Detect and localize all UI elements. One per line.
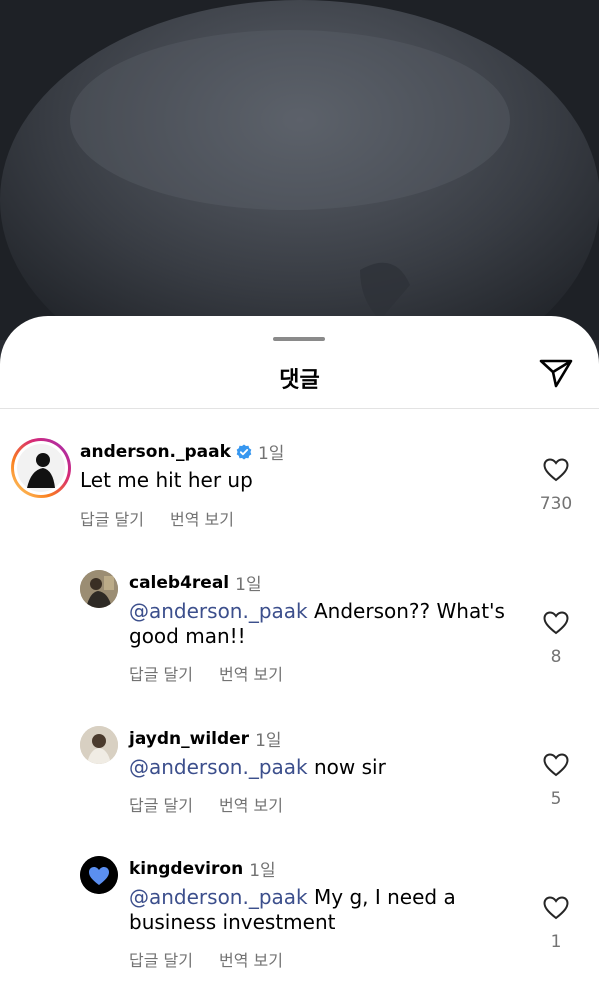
heart-outline-icon [543,753,569,781]
reply-button[interactable]: 답글 달기 [129,947,193,971]
like-count: 730 [539,494,573,514]
comment-body: Let me hit her up [80,468,253,492]
like-button[interactable]: 5 [536,753,576,809]
reply-button[interactable]: 답글 달기 [129,792,193,816]
like-button[interactable]: 730 [536,458,576,514]
verified-badge-icon [236,444,252,460]
comment-username[interactable]: anderson._paak [80,442,231,462]
sheet-title: 댓글 [279,368,320,393]
translate-button[interactable]: 번역 보기 [219,661,283,685]
comment-text: Let me hit her up [80,468,520,493]
reply-button[interactable]: 답글 달기 [129,661,193,685]
reply-button[interactable]: 답글 달기 [80,506,144,530]
like-count: 1 [550,932,562,952]
send-icon [539,358,573,392]
avatar[interactable] [11,438,71,498]
comment-time: 1일 [249,861,276,881]
like-button[interactable]: 8 [536,611,576,667]
translate-button[interactable]: 번역 보기 [219,792,283,816]
heart-outline-icon [543,458,569,486]
comment-username[interactable]: caleb4real [129,573,229,593]
like-count: 8 [550,647,562,667]
heart-outline-icon [543,611,569,639]
comment-text: @anderson._paak My g, I need a business … [129,885,519,935]
like-count: 5 [550,789,562,809]
avatar[interactable] [80,856,118,894]
sheet-drag-handle[interactable] [273,337,325,341]
comment-mention[interactable]: @anderson._paak [129,599,308,623]
comment-time: 1일 [257,444,285,464]
comment-username[interactable]: kingdeviron [129,859,243,879]
heart-outline-icon [543,896,569,924]
avatar[interactable] [80,726,118,764]
translate-button[interactable]: 번역 보기 [219,947,283,971]
comment-time: 1일 [255,731,282,751]
header-divider [0,408,599,409]
comments-sheet: 댓글 anderson._paak 1일 Let me hit her up 답… [0,316,599,992]
translate-button[interactable]: 번역 보기 [170,506,234,530]
like-button[interactable]: 1 [536,896,576,952]
comment-text: @anderson._paak now sir [129,755,519,780]
comment-text: @anderson._paak Anderson?? What's good m… [129,599,519,649]
comment-mention[interactable]: @anderson._paak [129,755,308,779]
send-button[interactable] [536,356,576,394]
comment-body: now sir [307,755,386,779]
comment-time: 1일 [235,575,262,595]
background-video-frame [0,0,599,340]
comment-username[interactable]: jaydn_wilder [129,729,249,749]
comment-mention[interactable]: @anderson._paak [129,885,308,909]
avatar[interactable] [80,570,118,608]
